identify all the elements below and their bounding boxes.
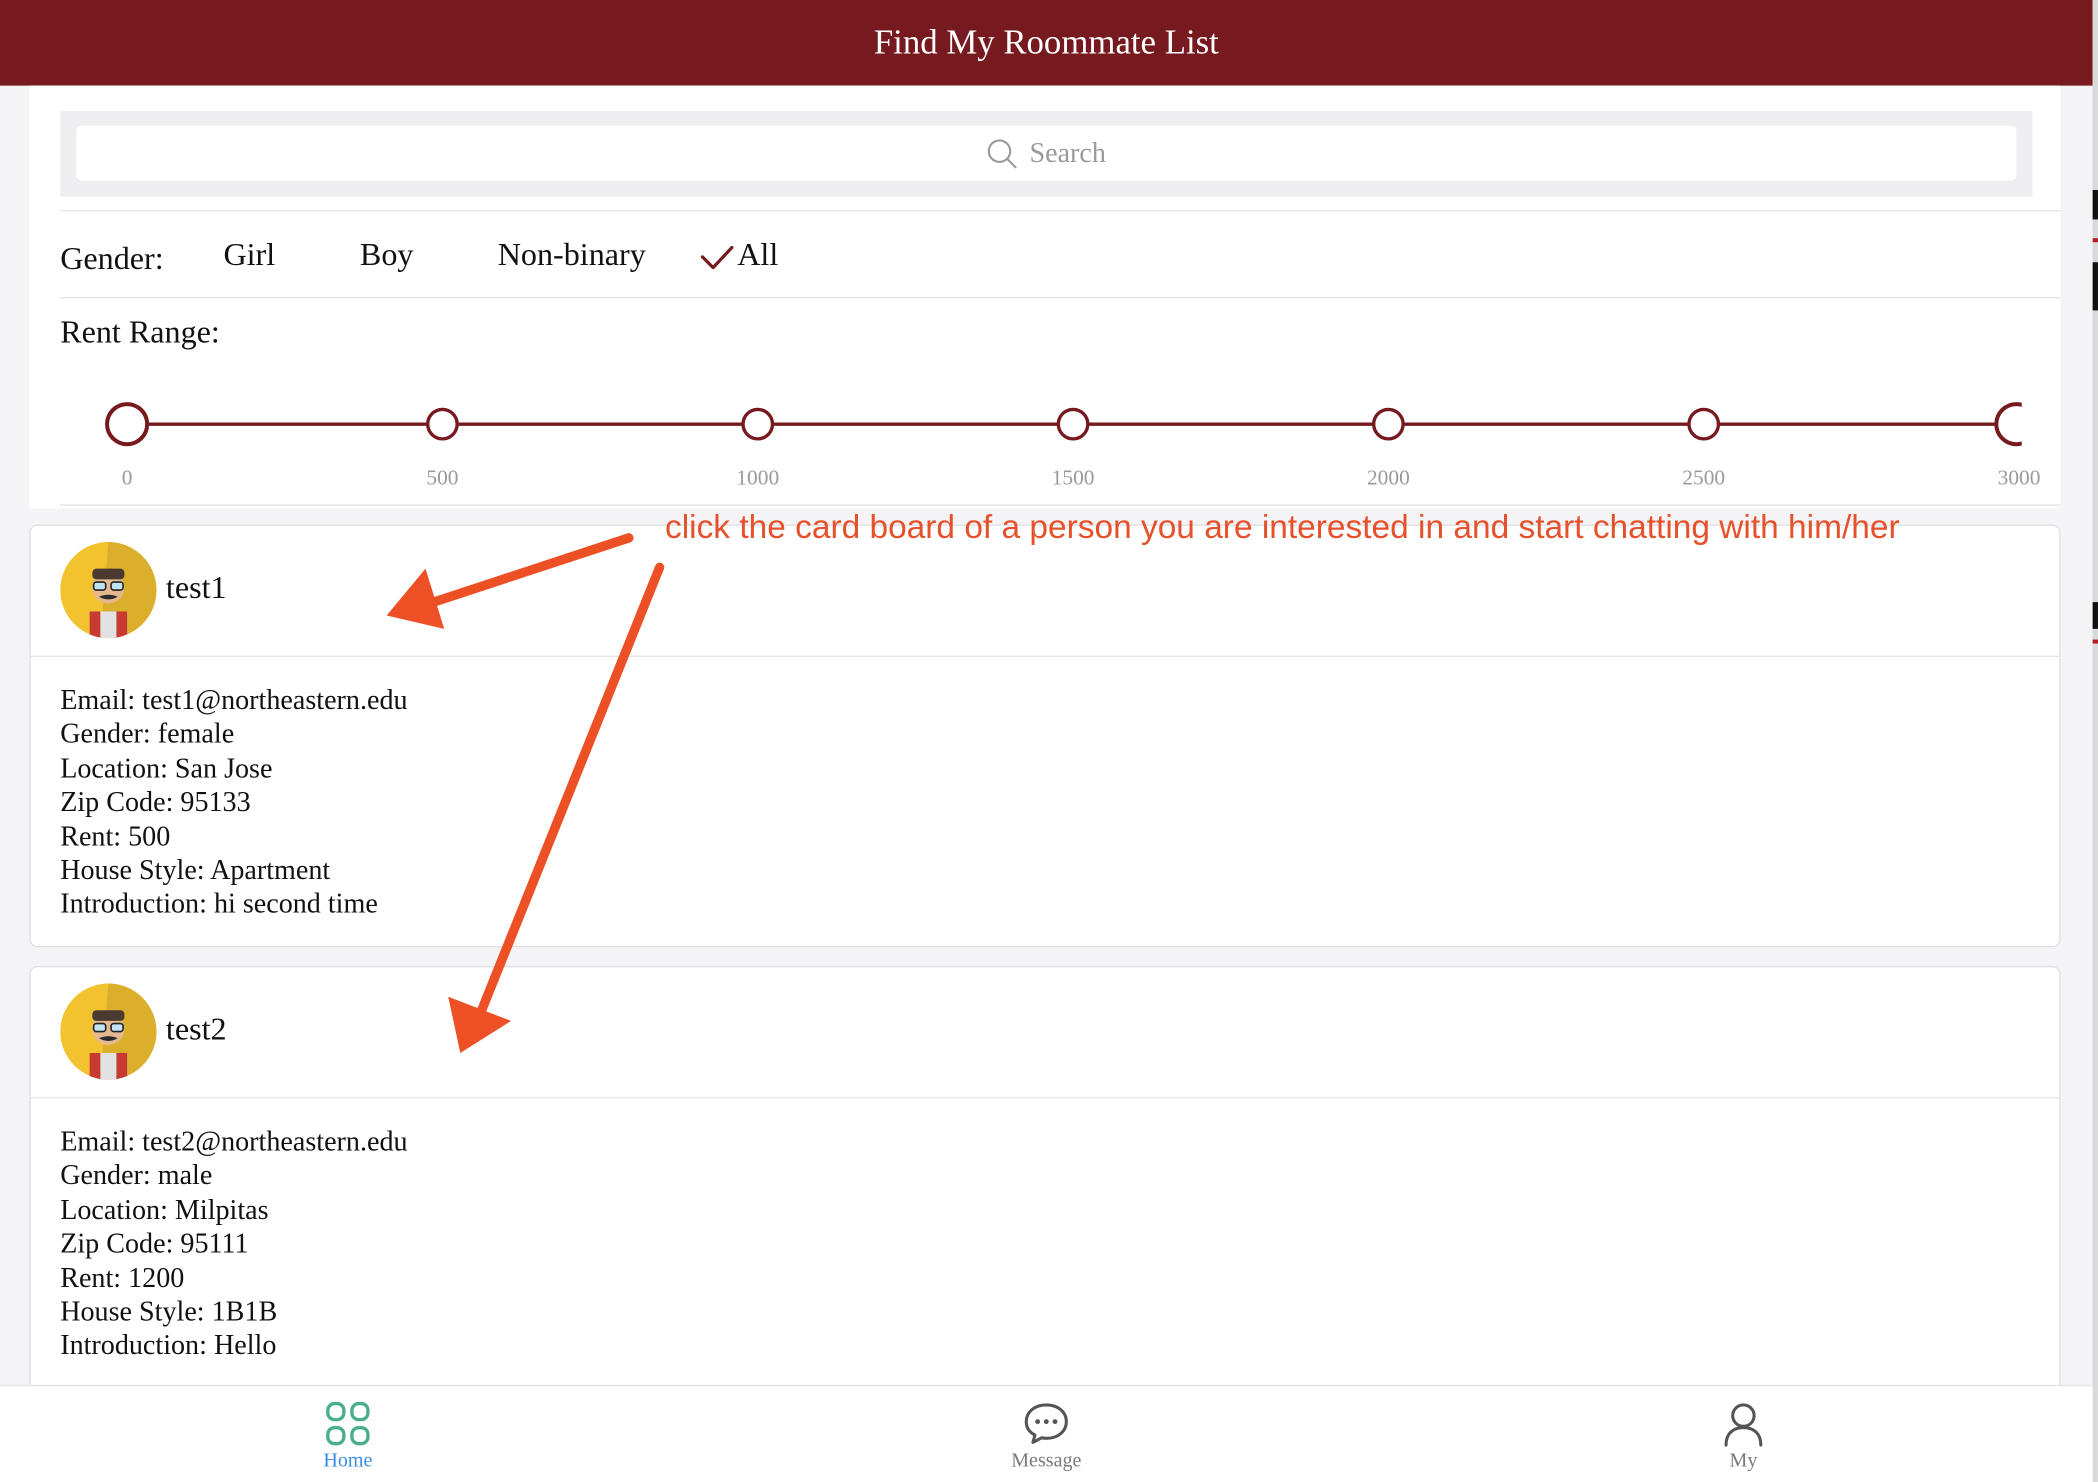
search-bar: Search [60,111,2033,197]
grid-icon [326,1401,370,1446]
gender-option-all[interactable]: All [700,238,778,274]
gender-option-non-binary[interactable]: Non-binary [498,238,646,274]
slider-handle-max[interactable] [1994,402,2022,447]
avatar [60,541,157,639]
card-rent: Rent: 1200 [60,1261,185,1294]
rent-tick-label: 1500 [1051,466,1095,490]
search-placeholder: Search [1029,136,1106,169]
card-zip-code: Zip Code: 95111 [60,1227,249,1260]
tab-my[interactable]: My [1650,1386,1837,1482]
filter-panel: Search Gender: Girl Boy Non-binary All R… [29,85,2061,509]
roommate-card[interactable]: test1 Email: test1@northeastern.edu Gend… [29,524,2061,948]
gender-label: Gender: [60,241,164,277]
rent-range-slider[interactable] [60,393,2022,447]
divider [60,210,2061,212]
search-icon [988,138,1018,168]
search-input[interactable]: Search [76,125,2017,181]
rent-range-label: Rent Range: [60,315,220,351]
card-zip-code: Zip Code: 95133 [60,785,251,818]
bottom-tab-bar: Home Message My [0,1384,2093,1482]
avatar [60,983,157,1080]
tab-home-label: Home [323,1450,373,1472]
app-screen: Find My Roommate List Search Gender: Gir… [0,0,2098,1482]
rent-tick-label: 2500 [1682,466,1726,490]
rent-tick-labels: 0 500 1000 1500 2000 2500 3000 [29,467,2060,496]
card-name: test2 [165,1012,227,1048]
rent-tick-label: 0 [121,466,133,490]
gender-filter: Gender: Girl Boy Non-binary All [60,235,2040,283]
tab-message[interactable]: Message [953,1386,1140,1482]
divider [60,504,2061,506]
rent-tick-label: 2000 [1366,466,1410,490]
page-header: Find My Roommate List [0,0,2093,86]
tab-message-label: Message [1011,1450,1082,1472]
slider-stop[interactable] [1687,407,1721,441]
page-title: Find My Roommate List [873,22,1219,62]
gender-option-boy[interactable]: Boy [360,238,414,274]
card-location: Location: San Jose [60,751,273,784]
card-introduction: Introduction: Hello [60,1329,277,1362]
tab-my-label: My [1729,1450,1758,1472]
card-location: Location: Milpitas [60,1193,269,1226]
checkmark-icon [700,245,734,269]
slider-stop[interactable] [741,407,775,441]
card-details: Email: test1@northeastern.edu Gender: fe… [31,657,2059,922]
annotation-text: click the card board of a person you are… [664,508,1900,546]
rent-tick-label: 500 [426,466,459,490]
card-header: test2 [30,967,2060,1099]
card-name: test1 [165,571,227,607]
card-house-style: House Style: 1B1B [60,1295,278,1328]
rent-tick-label: 1000 [736,466,780,490]
slider-stop[interactable] [1056,407,1090,441]
card-email: Email: test1@northeastern.edu [60,683,408,716]
slider-stop[interactable] [1372,407,1405,441]
card-introduction: Introduction: hi second time [60,887,378,920]
slider-handle-min[interactable] [105,402,150,447]
slider-stop[interactable] [426,407,459,441]
tab-home[interactable]: Home [254,1386,441,1482]
card-gender: Gender: female [60,717,235,750]
gender-option-girl[interactable]: Girl [223,238,275,274]
card-house-style: House Style: Apartment [60,853,331,886]
adjacent-window-edge [2092,0,2098,1482]
person-icon [1724,1403,1763,1447]
roommate-card[interactable]: test2 Email: test2@northeastern.edu Gend… [29,966,2061,1408]
divider [60,297,2061,299]
rent-tick-label: 3000 [1997,466,2041,490]
card-gender: Gender: male [60,1159,213,1192]
chat-bubble-icon [1024,1403,1068,1444]
card-email: Email: test2@northeastern.edu [60,1125,408,1158]
card-details: Email: test2@northeastern.edu Gender: ma… [31,1098,2059,1363]
card-rent: Rent: 500 [60,819,171,852]
